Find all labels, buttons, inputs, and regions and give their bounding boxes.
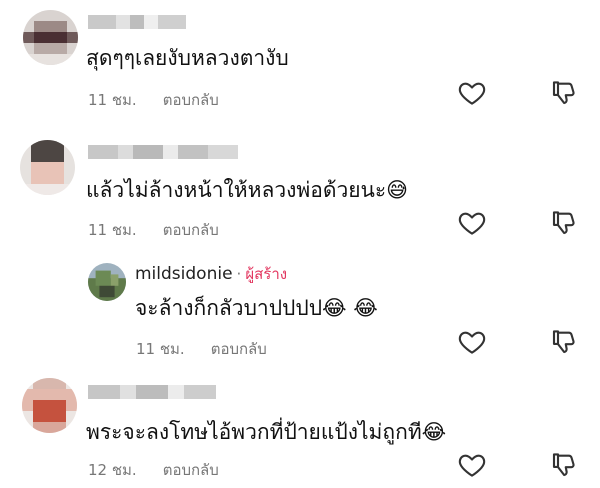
comment-meta: 12 ชม. ตอบกลับ xyxy=(88,458,219,482)
reply-header: mildsidonie · ผู้สร้าง xyxy=(135,262,287,286)
creator-avatar[interactable] xyxy=(88,263,126,301)
comment-meta: 11 ชม. ตอบกลับ xyxy=(88,218,219,242)
comment-meta: 11 ชม. ตอบกลับ xyxy=(88,88,219,112)
thumbs-down-icon[interactable] xyxy=(549,78,579,108)
creator-badge: ผู้สร้าง xyxy=(245,265,288,283)
avatar[interactable] xyxy=(20,140,75,195)
thumbs-down-icon[interactable] xyxy=(549,208,579,238)
reply-text: จะล้างก็กลัวบาปปปป😂 😂 xyxy=(135,296,378,320)
heart-icon[interactable] xyxy=(457,78,487,108)
reply-button[interactable]: ตอบกลับ xyxy=(163,91,219,109)
blurred-username xyxy=(88,384,216,399)
separator: · xyxy=(236,265,242,283)
heart-icon[interactable] xyxy=(457,208,487,238)
thumbs-down-icon[interactable] xyxy=(549,450,579,480)
reply-button[interactable]: ตอบกลับ xyxy=(163,461,219,479)
comment-text: แล้วไม่ล้างหน้าให้หลวงพ่อด้วยนะ😅 xyxy=(86,178,409,202)
comment-1: สุดๆๆเลยงับหลวงตางับ 11 ชม. ตอบกลับ xyxy=(0,0,600,120)
reply-meta: 11 ชม. ตอบกลับ xyxy=(136,337,267,361)
comment-2: แล้วไม่ล้างหน้าให้หลวงพ่อด้วยนะ😅 11 ชม. ต… xyxy=(0,120,600,370)
reply-button[interactable]: ตอบกลับ xyxy=(163,221,219,239)
heart-icon[interactable] xyxy=(457,450,487,480)
username[interactable]: mildsidonie xyxy=(135,264,233,284)
comment-3: พระจะลงโทษไอ้พวกที่ป้ายแป้งไม่ถูกที😂 12 … xyxy=(0,370,600,488)
reply-button[interactable]: ตอบกลับ xyxy=(211,340,267,358)
blurred-username xyxy=(88,144,238,159)
timestamp: 11 ชม. xyxy=(136,340,185,358)
comment-text: สุดๆๆเลยงับหลวงตางับ xyxy=(86,46,289,70)
avatar[interactable] xyxy=(23,10,78,65)
heart-icon[interactable] xyxy=(457,327,487,357)
avatar[interactable] xyxy=(22,378,77,433)
comment-text: พระจะลงโทษไอ้พวกที่ป้ายแป้งไม่ถูกที😂 xyxy=(86,420,447,444)
timestamp: 11 ชม. xyxy=(88,221,137,239)
reply-1: mildsidonie · ผู้สร้าง จะล้างก็กลัวบาปปปป😂… xyxy=(0,260,600,370)
blurred-username xyxy=(88,14,186,29)
thumbs-down-icon[interactable] xyxy=(549,327,579,357)
timestamp: 12 ชม. xyxy=(88,461,137,479)
timestamp: 11 ชม. xyxy=(88,91,137,109)
